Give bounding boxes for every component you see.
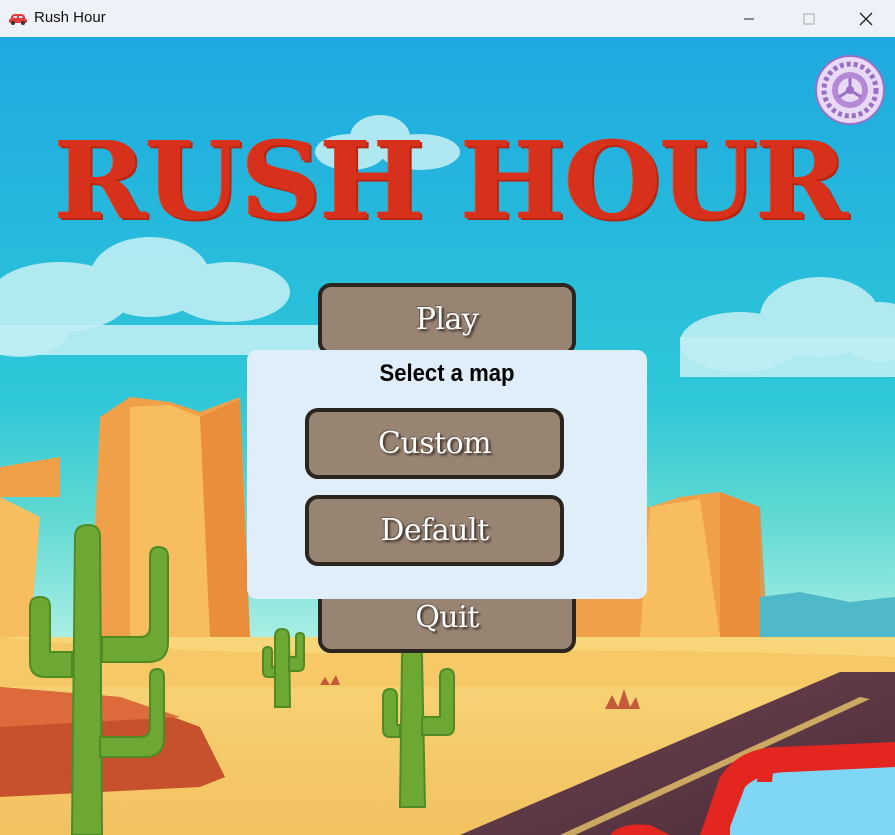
custom-map-button[interactable]: Custom (305, 408, 564, 479)
game-area: RUSH HOUR Play Quit Select a map Custom … (0, 37, 895, 835)
dialog-title: Select a map (379, 360, 515, 387)
play-button[interactable]: Play (318, 283, 576, 355)
maximize-icon (803, 13, 815, 24)
close-button[interactable] (843, 0, 889, 37)
close-icon (859, 12, 873, 25)
map-select-dialog: Select a map Custom Default (247, 350, 647, 599)
minimize-icon (744, 18, 754, 19)
window-titlebar: Rush Hour (0, 0, 895, 37)
minimize-button[interactable] (726, 0, 772, 37)
red-car-icon (9, 14, 27, 25)
game-title: RUSH HOUR (53, 119, 849, 244)
gear-icon (815, 55, 885, 125)
default-map-button[interactable]: Default (305, 495, 564, 566)
window-title: Rush Hour (34, 9, 106, 26)
maximize-button[interactable] (786, 0, 832, 37)
settings-button[interactable] (815, 55, 885, 125)
